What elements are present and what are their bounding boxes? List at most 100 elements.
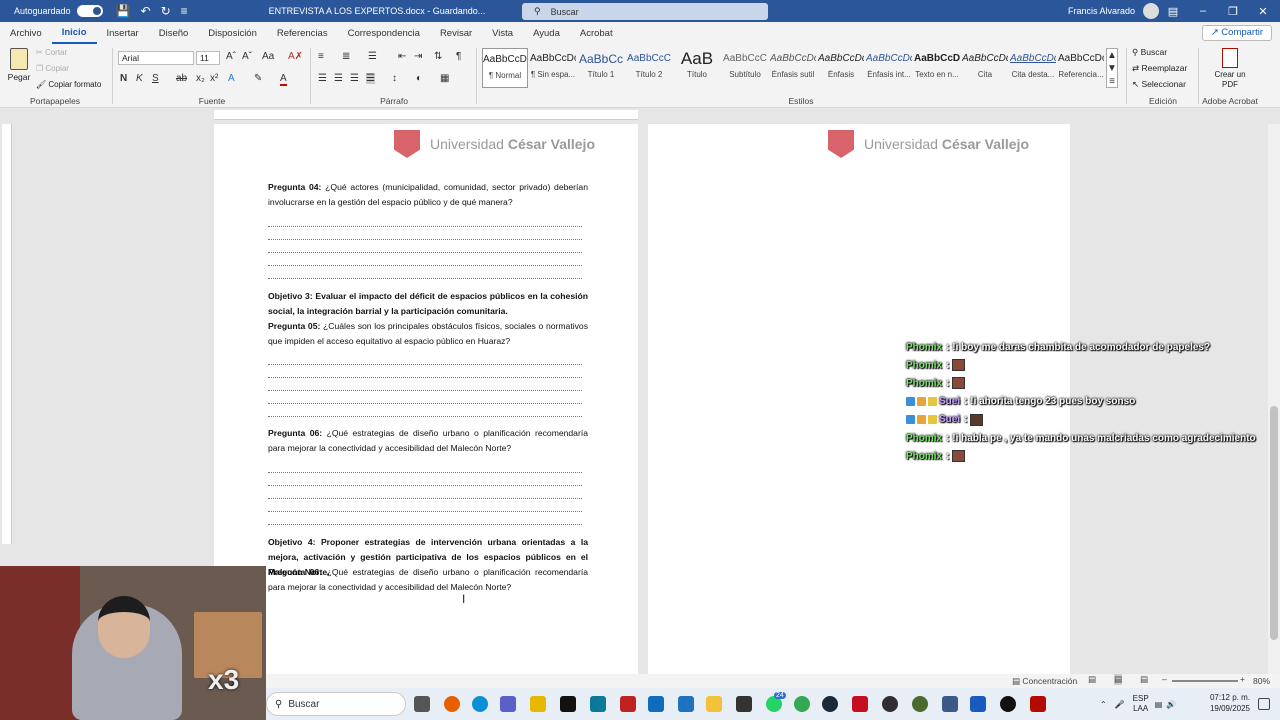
volume-icon[interactable]: 🔊 <box>1166 700 1176 709</box>
print-layout-icon[interactable]: ▤ <box>1114 674 1123 685</box>
format-painter-button[interactable]: 🖌 Copiar formato <box>36 80 101 89</box>
outlook-icon[interactable] <box>648 696 664 712</box>
network-icon[interactable]: ▤ <box>1155 700 1163 709</box>
style-normal[interactable]: AaBbCcDc ¶ Normal <box>482 48 528 88</box>
tab-revisar[interactable]: Revisar <box>430 28 482 39</box>
style-intense-quote[interactable]: AaBbCcDc Cita desta... <box>1010 48 1056 88</box>
show-formatting-icon[interactable]: ¶ <box>456 51 461 62</box>
tab-referencias[interactable]: Referencias <box>267 28 338 39</box>
style-emphasis[interactable]: AaBbCcDc Énfasis <box>818 48 864 88</box>
chrome-icon[interactable] <box>794 696 810 712</box>
clear-format-icon[interactable]: A✗ <box>288 51 303 62</box>
question-06-repeat[interactable]: Pregunta 06: ¿Qué estrategias de diseño … <box>268 565 588 595</box>
tab-correspondencia[interactable]: Correspondencia <box>338 28 430 39</box>
sort-icon[interactable]: ⇅ <box>434 51 442 62</box>
shrink-font-icon[interactable]: Aˇ <box>242 51 252 62</box>
file-explorer-icon[interactable] <box>706 696 722 712</box>
taskbar-clock[interactable]: 07:12 p. m. 19/09/2025 <box>1206 692 1254 714</box>
question-05[interactable]: Pregunta 05: ¿Cuáles son los principales… <box>268 319 588 349</box>
tab-archivo[interactable]: Archivo <box>0 28 52 39</box>
style-no-spacing[interactable]: AaBbCcDc ¶ Sin espa... <box>530 48 576 88</box>
font-name-box[interactable]: Arial <box>118 51 194 65</box>
task-view-icon[interactable] <box>414 696 430 712</box>
app-icon[interactable] <box>1000 696 1016 712</box>
steam-icon[interactable] <box>822 696 838 712</box>
tab-diseno[interactable]: Diseño <box>149 28 199 39</box>
title-search-box[interactable]: ⚲ Buscar <box>522 3 768 20</box>
grow-font-icon[interactable]: Aˆ <box>226 51 236 62</box>
undo-icon[interactable]: ↶ <box>141 4 151 18</box>
multilevel-list-icon[interactable]: ☰ <box>368 51 377 62</box>
italic-icon[interactable]: K <box>136 73 143 84</box>
numbering-icon[interactable]: ≣ <box>342 51 350 62</box>
mail-icon[interactable] <box>678 696 694 712</box>
zoom-in-icon[interactable]: + <box>1240 674 1245 684</box>
document-title[interactable]: ENTREVISTA A LOS EXPERTOS.docx - Guardan… <box>269 6 486 16</box>
align-right-icon[interactable]: ☰ <box>350 73 359 84</box>
font-size-box[interactable]: 11 <box>196 51 220 65</box>
save-icon[interactable]: 💾 <box>116 4 131 18</box>
tiktok-icon[interactable] <box>560 696 576 712</box>
style-subtitle[interactable]: AaBbCcC Subtítulo <box>722 48 768 88</box>
style-reference[interactable]: AaBbCcDc Referencia... <box>1058 48 1104 88</box>
restore-icon[interactable]: ❐ <box>1218 0 1248 22</box>
style-title[interactable]: AaB Título <box>674 48 720 88</box>
style-strong[interactable]: AaBbCcDc Texto en n... <box>914 48 960 88</box>
read-mode-icon[interactable]: ▤ <box>1088 674 1096 685</box>
app-icon[interactable] <box>620 696 636 712</box>
language-indicator[interactable]: ESP LAA <box>1133 694 1149 714</box>
document-page[interactable]: Universidad César Vallejo Pregunta 04: ¿… <box>214 124 638 676</box>
firefox-icon[interactable] <box>444 696 460 712</box>
style-heading-2[interactable]: AaBbCcC Título 2 <box>626 48 672 88</box>
select-button[interactable]: ↖ Seleccionar <box>1132 79 1186 90</box>
line-spacing-icon[interactable]: ↕ <box>392 73 397 84</box>
change-case-icon[interactable]: Aa <box>262 51 274 62</box>
app-icon[interactable] <box>912 696 928 712</box>
autosave-toggle[interactable] <box>76 5 103 17</box>
cut-button[interactable]: ✂ Cortar <box>36 48 67 57</box>
tab-ayuda[interactable]: Ayuda <box>523 28 570 39</box>
align-left-icon[interactable]: ☰ <box>318 73 327 84</box>
zoom-level[interactable]: 80% <box>1253 674 1270 688</box>
justify-icon[interactable]: ☰ <box>366 73 375 84</box>
superscript-icon[interactable]: x² <box>210 73 218 84</box>
chevron-up-icon[interactable]: ⌃ <box>1100 700 1107 709</box>
style-heading-1[interactable]: AaBbCc Título 1 <box>578 48 624 88</box>
answer-lines[interactable] <box>268 352 582 417</box>
replace-button[interactable]: ⇄ Reemplazar <box>1132 63 1187 74</box>
close-icon[interactable]: ✕ <box>1248 0 1278 22</box>
paste-button[interactable]: Pegar <box>6 48 32 82</box>
underline-icon[interactable]: S <box>152 73 159 84</box>
pdf-reader-icon[interactable] <box>1030 696 1046 712</box>
decrease-indent-icon[interactable]: ⇤ <box>398 51 406 62</box>
create-pdf-button[interactable]: Crear un PDF <box>1210 48 1250 90</box>
find-button[interactable]: ⚲ Buscar <box>1132 47 1167 58</box>
app-icon[interactable] <box>736 696 752 712</box>
style-quote[interactable]: AaBbCcDc Cita <box>962 48 1008 88</box>
app-icon[interactable] <box>942 696 958 712</box>
borders-icon[interactable]: ▦ <box>440 73 449 84</box>
objective-3[interactable]: Objetivo 3: Evaluar el impacto del défic… <box>268 289 588 319</box>
tab-vista[interactable]: Vista <box>482 28 523 39</box>
increase-indent-icon[interactable]: ⇥ <box>414 51 422 62</box>
redo-icon[interactable]: ↻ <box>161 4 171 18</box>
tab-insertar[interactable]: Insertar <box>97 28 149 39</box>
text-effects-icon[interactable]: A <box>228 73 235 84</box>
style-subtle-emphasis[interactable]: AaBbCcDc Énfasis sutil <box>770 48 816 88</box>
zoom-slider[interactable] <box>1172 680 1238 682</box>
vertical-ruler[interactable] <box>2 124 12 544</box>
app-icon[interactable] <box>590 696 606 712</box>
align-center-icon[interactable]: ☰ <box>334 73 343 84</box>
share-button[interactable]: ↗ Compartir <box>1201 25 1272 41</box>
bold-icon[interactable]: N <box>120 73 127 84</box>
zoom-out-icon[interactable]: – <box>1162 674 1167 684</box>
web-layout-icon[interactable]: ▤ <box>1140 674 1148 685</box>
highlight-icon[interactable]: ✎ <box>254 73 262 84</box>
horizontal-ruler[interactable] <box>214 110 638 120</box>
notification-icon[interactable] <box>1258 698 1270 710</box>
strikethrough-icon[interactable]: ab <box>176 73 187 84</box>
tab-disposicion[interactable]: Disposición <box>198 28 267 39</box>
taskbar-search[interactable]: ⚲ Buscar <box>266 692 406 716</box>
mic-icon[interactable]: 🎤 <box>1115 700 1125 709</box>
acrobat-icon[interactable] <box>852 696 868 712</box>
